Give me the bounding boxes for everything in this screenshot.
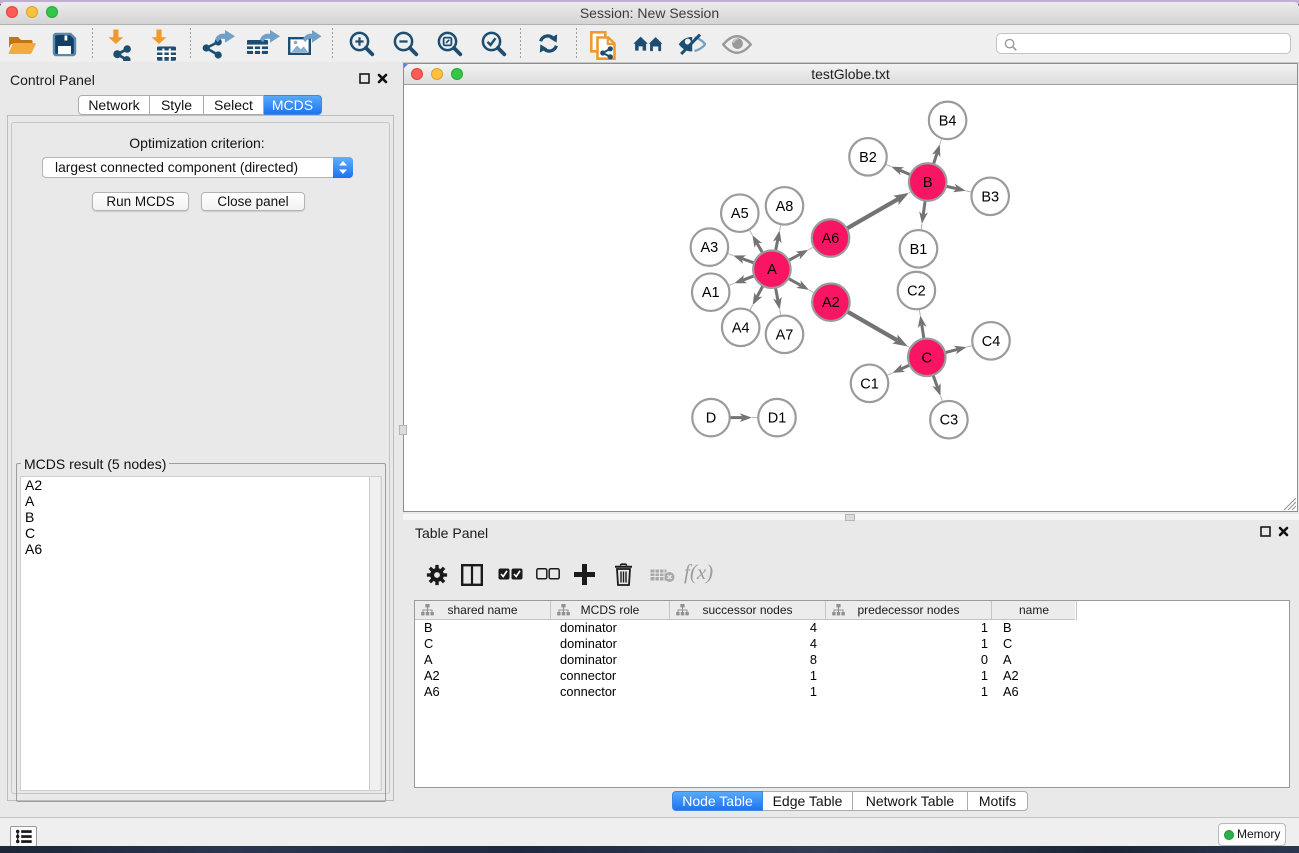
svg-text:A6: A6 (822, 231, 840, 247)
svg-text:B3: B3 (981, 189, 999, 205)
svg-text:C1: C1 (860, 376, 879, 392)
svg-text:B4: B4 (939, 113, 957, 129)
svg-text:D1: D1 (768, 411, 787, 427)
svg-text:D: D (706, 411, 716, 427)
svg-text:A3: A3 (701, 240, 719, 256)
svg-text:C2: C2 (907, 284, 926, 300)
svg-text:C3: C3 (940, 413, 959, 429)
svg-text:C4: C4 (982, 334, 1001, 350)
svg-text:A7: A7 (776, 327, 794, 343)
svg-text:B2: B2 (859, 150, 877, 166)
svg-text:A1: A1 (702, 285, 720, 301)
svg-text:A4: A4 (732, 320, 750, 336)
svg-text:C: C (922, 350, 932, 366)
svg-text:A: A (767, 262, 777, 278)
svg-text:B: B (923, 175, 933, 191)
svg-text:A2: A2 (822, 295, 840, 311)
svg-text:A8: A8 (776, 199, 794, 215)
svg-text:B1: B1 (910, 242, 928, 258)
svg-text:A5: A5 (731, 206, 749, 222)
